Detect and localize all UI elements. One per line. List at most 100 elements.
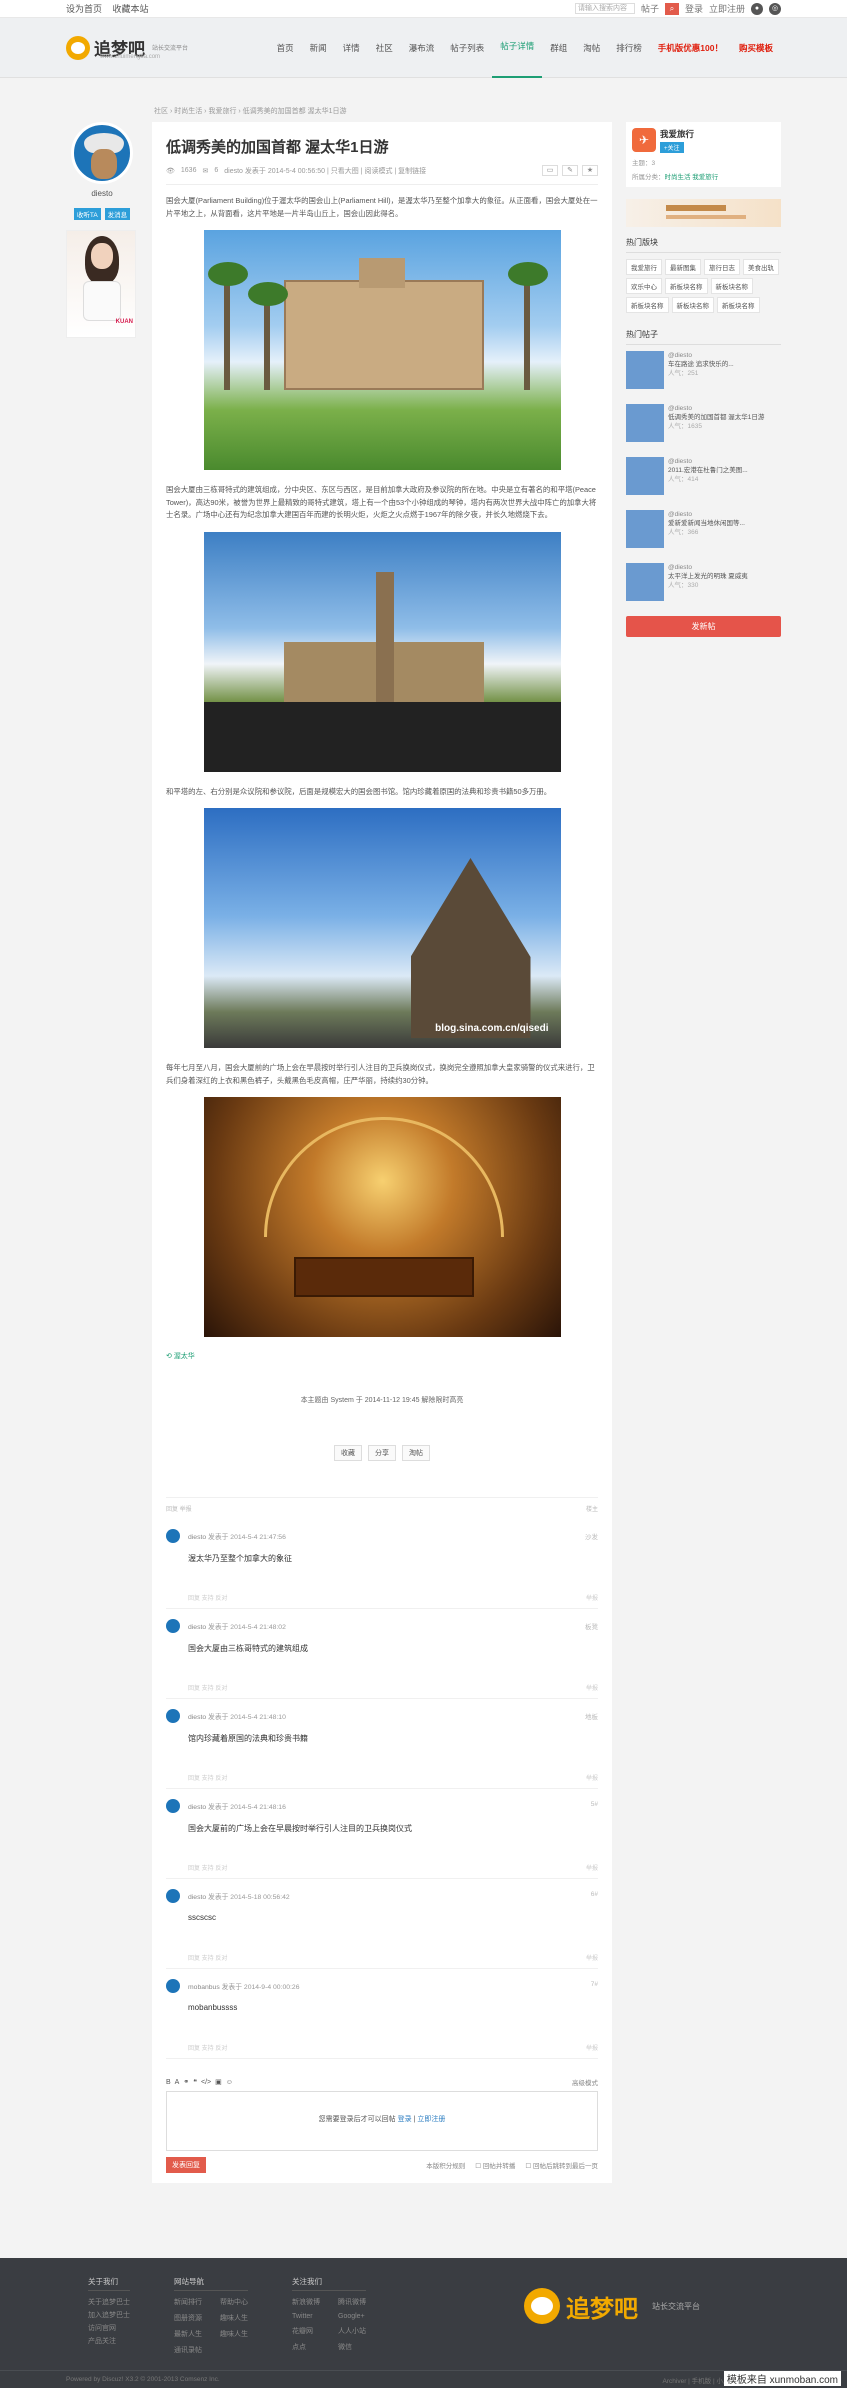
comment-report[interactable]: 举报 bbox=[586, 1953, 598, 1962]
footer-link[interactable]: 产品关注 bbox=[88, 2336, 130, 2346]
login-link[interactable]: 登录 bbox=[685, 2, 703, 15]
weibo-icon[interactable]: ◎ bbox=[769, 2, 781, 15]
post-image-hall[interactable] bbox=[203, 1097, 561, 1337]
hot-post-item[interactable]: @diesto 2011.宏港在杜鲁门之美图... 人气：414 bbox=[626, 457, 781, 502]
hot-block-item[interactable]: 欢乐中心 bbox=[626, 278, 662, 294]
forum-name[interactable]: 我爱旅行 bbox=[660, 128, 694, 140]
editor-register-link[interactable]: 立即注册 bbox=[417, 2116, 445, 2123]
comment-author[interactable]: diesto bbox=[188, 1804, 206, 1811]
hot-post-user[interactable]: @diesto bbox=[668, 563, 748, 572]
avatar[interactable] bbox=[166, 1979, 180, 1993]
hot-post-title[interactable]: 低调秀美的加国首都 渥太华1日游 bbox=[668, 413, 764, 422]
nav-item[interactable]: 手机版优惠100！ bbox=[650, 18, 731, 78]
site-logo[interactable]: 追梦吧 站长交流平台 www.zhuimengba.com bbox=[66, 35, 188, 60]
footer-link[interactable]: Google+ bbox=[338, 2313, 366, 2320]
set-homepage-link[interactable]: 设为首页 bbox=[66, 4, 102, 14]
footer-link[interactable]: 微信 bbox=[338, 2342, 366, 2352]
comment-author[interactable]: diesto bbox=[188, 1714, 206, 1721]
comment-actions[interactable]: 回复 支持 反对 bbox=[188, 1863, 227, 1872]
comment-report[interactable]: 举报 bbox=[586, 1593, 598, 1602]
footer-link[interactable]: 趣味人生 bbox=[220, 2313, 248, 2323]
comment-report[interactable]: 举报 bbox=[586, 1773, 598, 1782]
comment-author[interactable]: diesto bbox=[188, 1534, 206, 1541]
comment-actions[interactable]: 回复 支持 反对 bbox=[188, 1773, 227, 1782]
bookmark-link[interactable]: 收藏本站 bbox=[113, 4, 149, 14]
advanced-mode-link[interactable]: 高级模式 bbox=[572, 2077, 598, 2087]
reply-textarea[interactable]: 您需要登录后才可以回帖 登录 | 立即注册 bbox=[166, 2091, 598, 2151]
post-image-palace[interactable] bbox=[203, 230, 561, 470]
footer-link[interactable]: 帮助中心 bbox=[220, 2297, 248, 2307]
search-input[interactable]: 请输入搜索内容 bbox=[574, 3, 635, 14]
hot-post-thumb[interactable] bbox=[626, 351, 664, 389]
hot-post-thumb[interactable] bbox=[626, 510, 664, 548]
footer-link[interactable]: 趣味人生 bbox=[220, 2329, 248, 2339]
reply-and-share-checkbox[interactable]: ☐ 回帖并转播 bbox=[475, 2160, 515, 2170]
search-scope[interactable]: 帖子 bbox=[641, 2, 659, 15]
hot-post-item[interactable]: @diesto 低调秀美的加国首都 渥太华1日游 人气：1635 bbox=[626, 404, 781, 449]
bold-icon[interactable]: B bbox=[166, 2079, 171, 2086]
message-button[interactable]: 发消息 bbox=[104, 208, 131, 220]
nav-item[interactable]: 群组 bbox=[542, 18, 575, 78]
hot-post-thumb[interactable] bbox=[626, 563, 664, 601]
font-color-icon[interactable]: A bbox=[175, 2079, 180, 2086]
hot-post-user[interactable]: @diesto bbox=[668, 510, 745, 519]
reply-report-links[interactable]: 回复 举报 bbox=[166, 1504, 192, 1513]
submit-reply-button[interactable]: 发表回复 bbox=[166, 2157, 206, 2173]
hot-post-title[interactable]: 2011.宏港在杜鲁门之美图... bbox=[668, 466, 748, 475]
post-image-parliament[interactable] bbox=[203, 531, 561, 772]
avatar[interactable] bbox=[166, 1619, 180, 1633]
code-icon[interactable]: </> bbox=[201, 2079, 211, 2086]
favorite-button[interactable]: 收藏 bbox=[334, 1445, 362, 1461]
hot-post-item[interactable]: @diesto 车在路途 追求快乐的... 人气：251 bbox=[626, 351, 781, 396]
search-icon[interactable]: ⌕ bbox=[664, 2, 679, 15]
smiley-icon[interactable]: ☺ bbox=[226, 2079, 233, 2086]
hot-block-item[interactable]: 新板块名称 bbox=[665, 278, 708, 294]
sidebar-ad-banner[interactable] bbox=[626, 199, 781, 227]
hot-block-item[interactable]: 旅行日志 bbox=[704, 259, 740, 275]
jump-last-page-checkbox[interactable]: ☐ 回帖后跳转到最后一页 bbox=[525, 2160, 598, 2170]
nav-item[interactable]: 排行榜 bbox=[608, 18, 650, 78]
print-icon[interactable]: ▭ bbox=[542, 165, 558, 176]
footer-link[interactable]: 点点 bbox=[292, 2342, 320, 2352]
comment-actions[interactable]: 回复 支持 反对 bbox=[188, 2043, 227, 2052]
hot-post-thumb[interactable] bbox=[626, 404, 664, 442]
score-rules-link[interactable]: 本版积分规则 bbox=[426, 2160, 465, 2170]
hot-post-title[interactable]: 太平洋上发光的明珠 夏威夷 bbox=[668, 572, 748, 581]
footer-link[interactable]: 关于追梦巴士 bbox=[88, 2297, 130, 2307]
hot-block-item[interactable]: 新板块名称 bbox=[626, 297, 669, 313]
footer-link[interactable]: 人人小站 bbox=[338, 2326, 366, 2336]
avatar[interactable] bbox=[166, 1889, 180, 1903]
footer-link[interactable]: 访问官网 bbox=[88, 2323, 130, 2333]
footer-link[interactable]: 腾讯微博 bbox=[338, 2297, 366, 2307]
footer-link[interactable]: 图册资源 bbox=[174, 2313, 202, 2323]
hot-block-item[interactable]: 美食出轨 bbox=[743, 259, 779, 275]
hot-block-item[interactable]: 新板块名称 bbox=[710, 278, 753, 294]
comment-report[interactable]: 举报 bbox=[586, 1863, 598, 1872]
nav-item[interactable]: 帖子列表 bbox=[442, 18, 492, 78]
nav-item[interactable]: 帖子详情 bbox=[492, 18, 543, 78]
new-post-button[interactable]: 发新帖 bbox=[626, 616, 781, 637]
comment-actions[interactable]: 回复 支持 反对 bbox=[188, 1683, 227, 1692]
footer-link[interactable]: 新闻排行 bbox=[174, 2297, 202, 2307]
nav-item[interactable]: 详情 bbox=[335, 18, 368, 78]
nav-item[interactable]: 瀑布流 bbox=[401, 18, 443, 78]
nav-item[interactable]: 新闻 bbox=[302, 18, 335, 78]
footer-link[interactable]: 加入追梦巴士 bbox=[88, 2310, 130, 2320]
nav-item[interactable]: 淘帖 bbox=[575, 18, 608, 78]
qq-icon[interactable]: ● bbox=[751, 2, 763, 15]
footer-link[interactable]: 通讯录帖 bbox=[174, 2345, 202, 2355]
hot-post-user[interactable]: @diesto bbox=[668, 351, 734, 360]
hot-block-item[interactable]: 我爱旅行 bbox=[626, 259, 662, 275]
comment-author[interactable]: mobanbus bbox=[188, 1984, 220, 1991]
avatar[interactable] bbox=[166, 1529, 180, 1543]
hot-post-title[interactable]: 车在路途 追求快乐的... bbox=[668, 360, 734, 369]
footer-logo[interactable]: 追梦吧 站长交流平台 bbox=[524, 2288, 700, 2324]
favorite-icon[interactable]: ★ bbox=[582, 165, 598, 176]
comment-actions[interactable]: 回复 支持 反对 bbox=[188, 1593, 227, 1602]
hot-post-item[interactable]: @diesto 太平洋上发光的明珠 夏威夷 人气：330 bbox=[626, 563, 781, 608]
avatar[interactable] bbox=[166, 1799, 180, 1813]
avatar[interactable] bbox=[71, 122, 133, 184]
hot-post-thumb[interactable] bbox=[626, 457, 664, 495]
forum-icon[interactable]: ✈ bbox=[632, 128, 656, 152]
follow-button[interactable]: 收听TA bbox=[73, 208, 101, 220]
